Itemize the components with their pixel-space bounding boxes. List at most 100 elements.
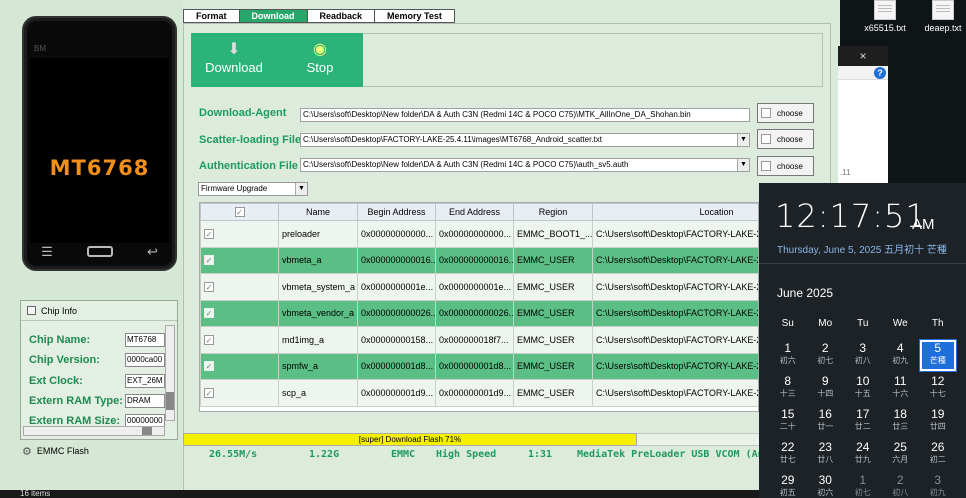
row-checkbox-cell[interactable]: ✓: [200, 273, 279, 301]
row-checkbox-cell[interactable]: ✓: [200, 326, 279, 354]
location[interactable]: C:\Users\soft\Desktop\FACTORY-LAKE-2: [592, 379, 758, 407]
select-all-checkbox[interactable]: ✓: [200, 203, 279, 221]
location[interactable]: C:\Users\soft\Desktop\FACTORY-LAKE-2: [592, 326, 758, 354]
checkbox[interactable]: ✓: [204, 334, 214, 345]
calendar-lunar-date: 十七: [929, 389, 946, 398]
scatter-choose-button[interactable]: choose: [757, 129, 814, 149]
calendar-day[interactable]: 1 初六: [769, 339, 807, 372]
table-row[interactable]: ✓ spmfw_a 0x000000001d8... 0x000000001d8…: [200, 352, 758, 380]
calendar-day[interactable]: 3 初八: [844, 339, 882, 372]
calendar-day[interactable]: 2 初七: [807, 339, 845, 372]
col-location[interactable]: Location: [592, 203, 758, 221]
calendar-day[interactable]: 9 十四: [807, 372, 845, 405]
calendar-day[interactable]: 4 初九: [882, 339, 920, 372]
calendar-day[interactable]: 11 十六: [882, 372, 920, 405]
table-row[interactable]: ✓ md1img_a 0x00000000158... 0x000000018f…: [200, 326, 758, 354]
col-name[interactable]: Name: [278, 203, 358, 221]
scroll-thumb[interactable]: [166, 392, 174, 410]
calendar-lunar-date: 廿七: [779, 455, 796, 464]
download-mode-select[interactable]: Firmware Upgrade ▼: [198, 182, 308, 196]
auth-choose-button[interactable]: choose: [757, 156, 814, 176]
chip-info-horizontal-scrollbar[interactable]: [23, 426, 165, 436]
col-region[interactable]: Region: [513, 203, 593, 221]
calendar-day[interactable]: 8 十三: [769, 372, 807, 405]
partition-name: scp_a: [278, 379, 358, 407]
calendar-day[interactable]: 26 初二: [919, 438, 957, 471]
ram-type-value[interactable]: DRAM: [125, 394, 165, 408]
table-row[interactable]: ✓ vbmeta_system_a 0x0000000001e... 0x000…: [200, 273, 758, 301]
calendar-day[interactable]: 3 初九: [919, 471, 957, 498]
chip-name-value[interactable]: MT6768: [125, 333, 165, 347]
emmc-flash-item[interactable]: ⚙ EMMC Flash: [22, 443, 178, 459]
table-row[interactable]: ✓ vbmeta_a 0x000000000016... 0x000000000…: [200, 246, 758, 274]
calendar-day-today[interactable]: 5 芒種: [919, 339, 957, 372]
calendar-month-title[interactable]: June 2025: [777, 286, 833, 300]
row-checkbox-cell[interactable]: ✓: [200, 220, 279, 248]
calendar-day[interactable]: 22 廿七: [769, 438, 807, 471]
scroll-thumb[interactable]: [142, 427, 152, 435]
row-checkbox-cell[interactable]: ✓: [200, 352, 279, 380]
calendar-day[interactable]: 25 六月: [882, 438, 920, 471]
calendar-day[interactable]: 16 廿一: [807, 405, 845, 438]
ext-clock-value[interactable]: EXT_26M: [125, 374, 165, 388]
chevron-down-icon[interactable]: ▼: [737, 134, 749, 146]
row-checkbox-cell[interactable]: ✓: [200, 379, 279, 407]
location[interactable]: C:\Users\soft\Desktop\FACTORY-LAKE-2: [592, 299, 758, 327]
col-begin-address[interactable]: Begin Address: [357, 203, 436, 221]
chip-version-value[interactable]: 0000ca00: [125, 353, 165, 367]
calendar-day[interactable]: 10 十五: [844, 372, 882, 405]
calendar-lunar-date: 廿三: [892, 422, 909, 431]
download-button[interactable]: ⬇ Download: [191, 33, 277, 87]
calendar-day[interactable]: 30 初六: [807, 471, 845, 498]
location[interactable]: C:\Users\soft\Desktop\FACTORY-LAKE-2: [592, 273, 758, 301]
location[interactable]: C:\Users\soft\Desktop\FACTORY-LAKE-2: [592, 246, 758, 274]
tab-memory-test[interactable]: Memory Test: [374, 9, 455, 23]
calendar-day[interactable]: 29 初五: [769, 471, 807, 498]
window-toolbar: ?: [838, 66, 888, 80]
row-checkbox-cell[interactable]: ✓: [200, 246, 279, 274]
table-row[interactable]: ✓ preloader 0x00000000000... 0x000000000…: [200, 220, 758, 248]
begin-address: 0x00000000000...: [357, 220, 436, 248]
calendar-day[interactable]: 2 初八: [882, 471, 920, 498]
checkbox[interactable]: ✓: [204, 281, 214, 292]
scatter-file-path[interactable]: C:\Users\soft\Desktop\FACTORY-LAKE-25.4.…: [300, 133, 750, 147]
desktop-file-deaep[interactable]: deaep.txt: [916, 0, 966, 33]
calendar-day[interactable]: 12 十七: [919, 372, 957, 405]
checkbox[interactable]: ✓: [204, 228, 214, 239]
checkbox[interactable]: ✓: [204, 387, 214, 398]
calendar-day[interactable]: 19 廿四: [919, 405, 957, 438]
download-agent-path[interactable]: C:\Users\soft\Desktop\New folder\DA & Au…: [300, 108, 750, 122]
calendar-day[interactable]: 24 廿九: [844, 438, 882, 471]
tab-readback[interactable]: Readback: [306, 9, 376, 23]
auth-file-path[interactable]: C:\Users\soft\Desktop\New folder\DA & Au…: [300, 158, 750, 172]
checkbox[interactable]: ✓: [204, 255, 214, 266]
help-icon[interactable]: ?: [874, 67, 886, 79]
calendar-day[interactable]: 23 廿八: [807, 438, 845, 471]
calendar-day[interactable]: 1 初七: [844, 471, 882, 498]
location[interactable]: C:\Users\soft\Desktop\FACTORY-LAKE-2: [592, 352, 758, 380]
clock-date-link[interactable]: Thursday, June 5, 2025 五月初十 芒種: [777, 241, 947, 256]
col-end-address[interactable]: End Address: [435, 203, 514, 221]
calendar-day[interactable]: 18 廿三: [882, 405, 920, 438]
location[interactable]: C:\Users\soft\Desktop\FACTORY-LAKE-2: [592, 220, 758, 248]
chip-name-label: Chip Name:: [29, 334, 91, 346]
calendar-lunar-date: 初八: [854, 356, 871, 365]
checkbox[interactable]: ✓: [204, 308, 214, 319]
tab-format[interactable]: Format: [183, 9, 240, 23]
desktop-file-x65515[interactable]: x65515.txt: [858, 0, 912, 33]
checkbox[interactable]: ✓: [234, 207, 245, 217]
download-agent-choose-button[interactable]: choose: [757, 103, 814, 123]
chip-info-vertical-scrollbar[interactable]: [165, 325, 175, 421]
table-row[interactable]: ✓ vbmeta_vendor_a 0x000000000026... 0x00…: [200, 299, 758, 327]
close-icon[interactable]: ×: [838, 46, 888, 66]
end-address: 0x00000000000...: [435, 220, 514, 248]
calendar-day[interactable]: 15 二十: [769, 405, 807, 438]
tab-download[interactable]: Download: [238, 9, 308, 23]
checkbox[interactable]: ✓: [204, 361, 214, 372]
calendar-day[interactable]: 17 廿二: [844, 405, 882, 438]
row-checkbox-cell[interactable]: ✓: [200, 299, 279, 327]
chevron-down-icon[interactable]: ▼: [737, 159, 749, 171]
calendar-day-number: 24: [856, 440, 870, 454]
stop-button[interactable]: ◉ Stop: [277, 33, 363, 87]
table-row[interactable]: ✓ scp_a 0x000000001d9... 0x000000001d9..…: [200, 379, 758, 407]
